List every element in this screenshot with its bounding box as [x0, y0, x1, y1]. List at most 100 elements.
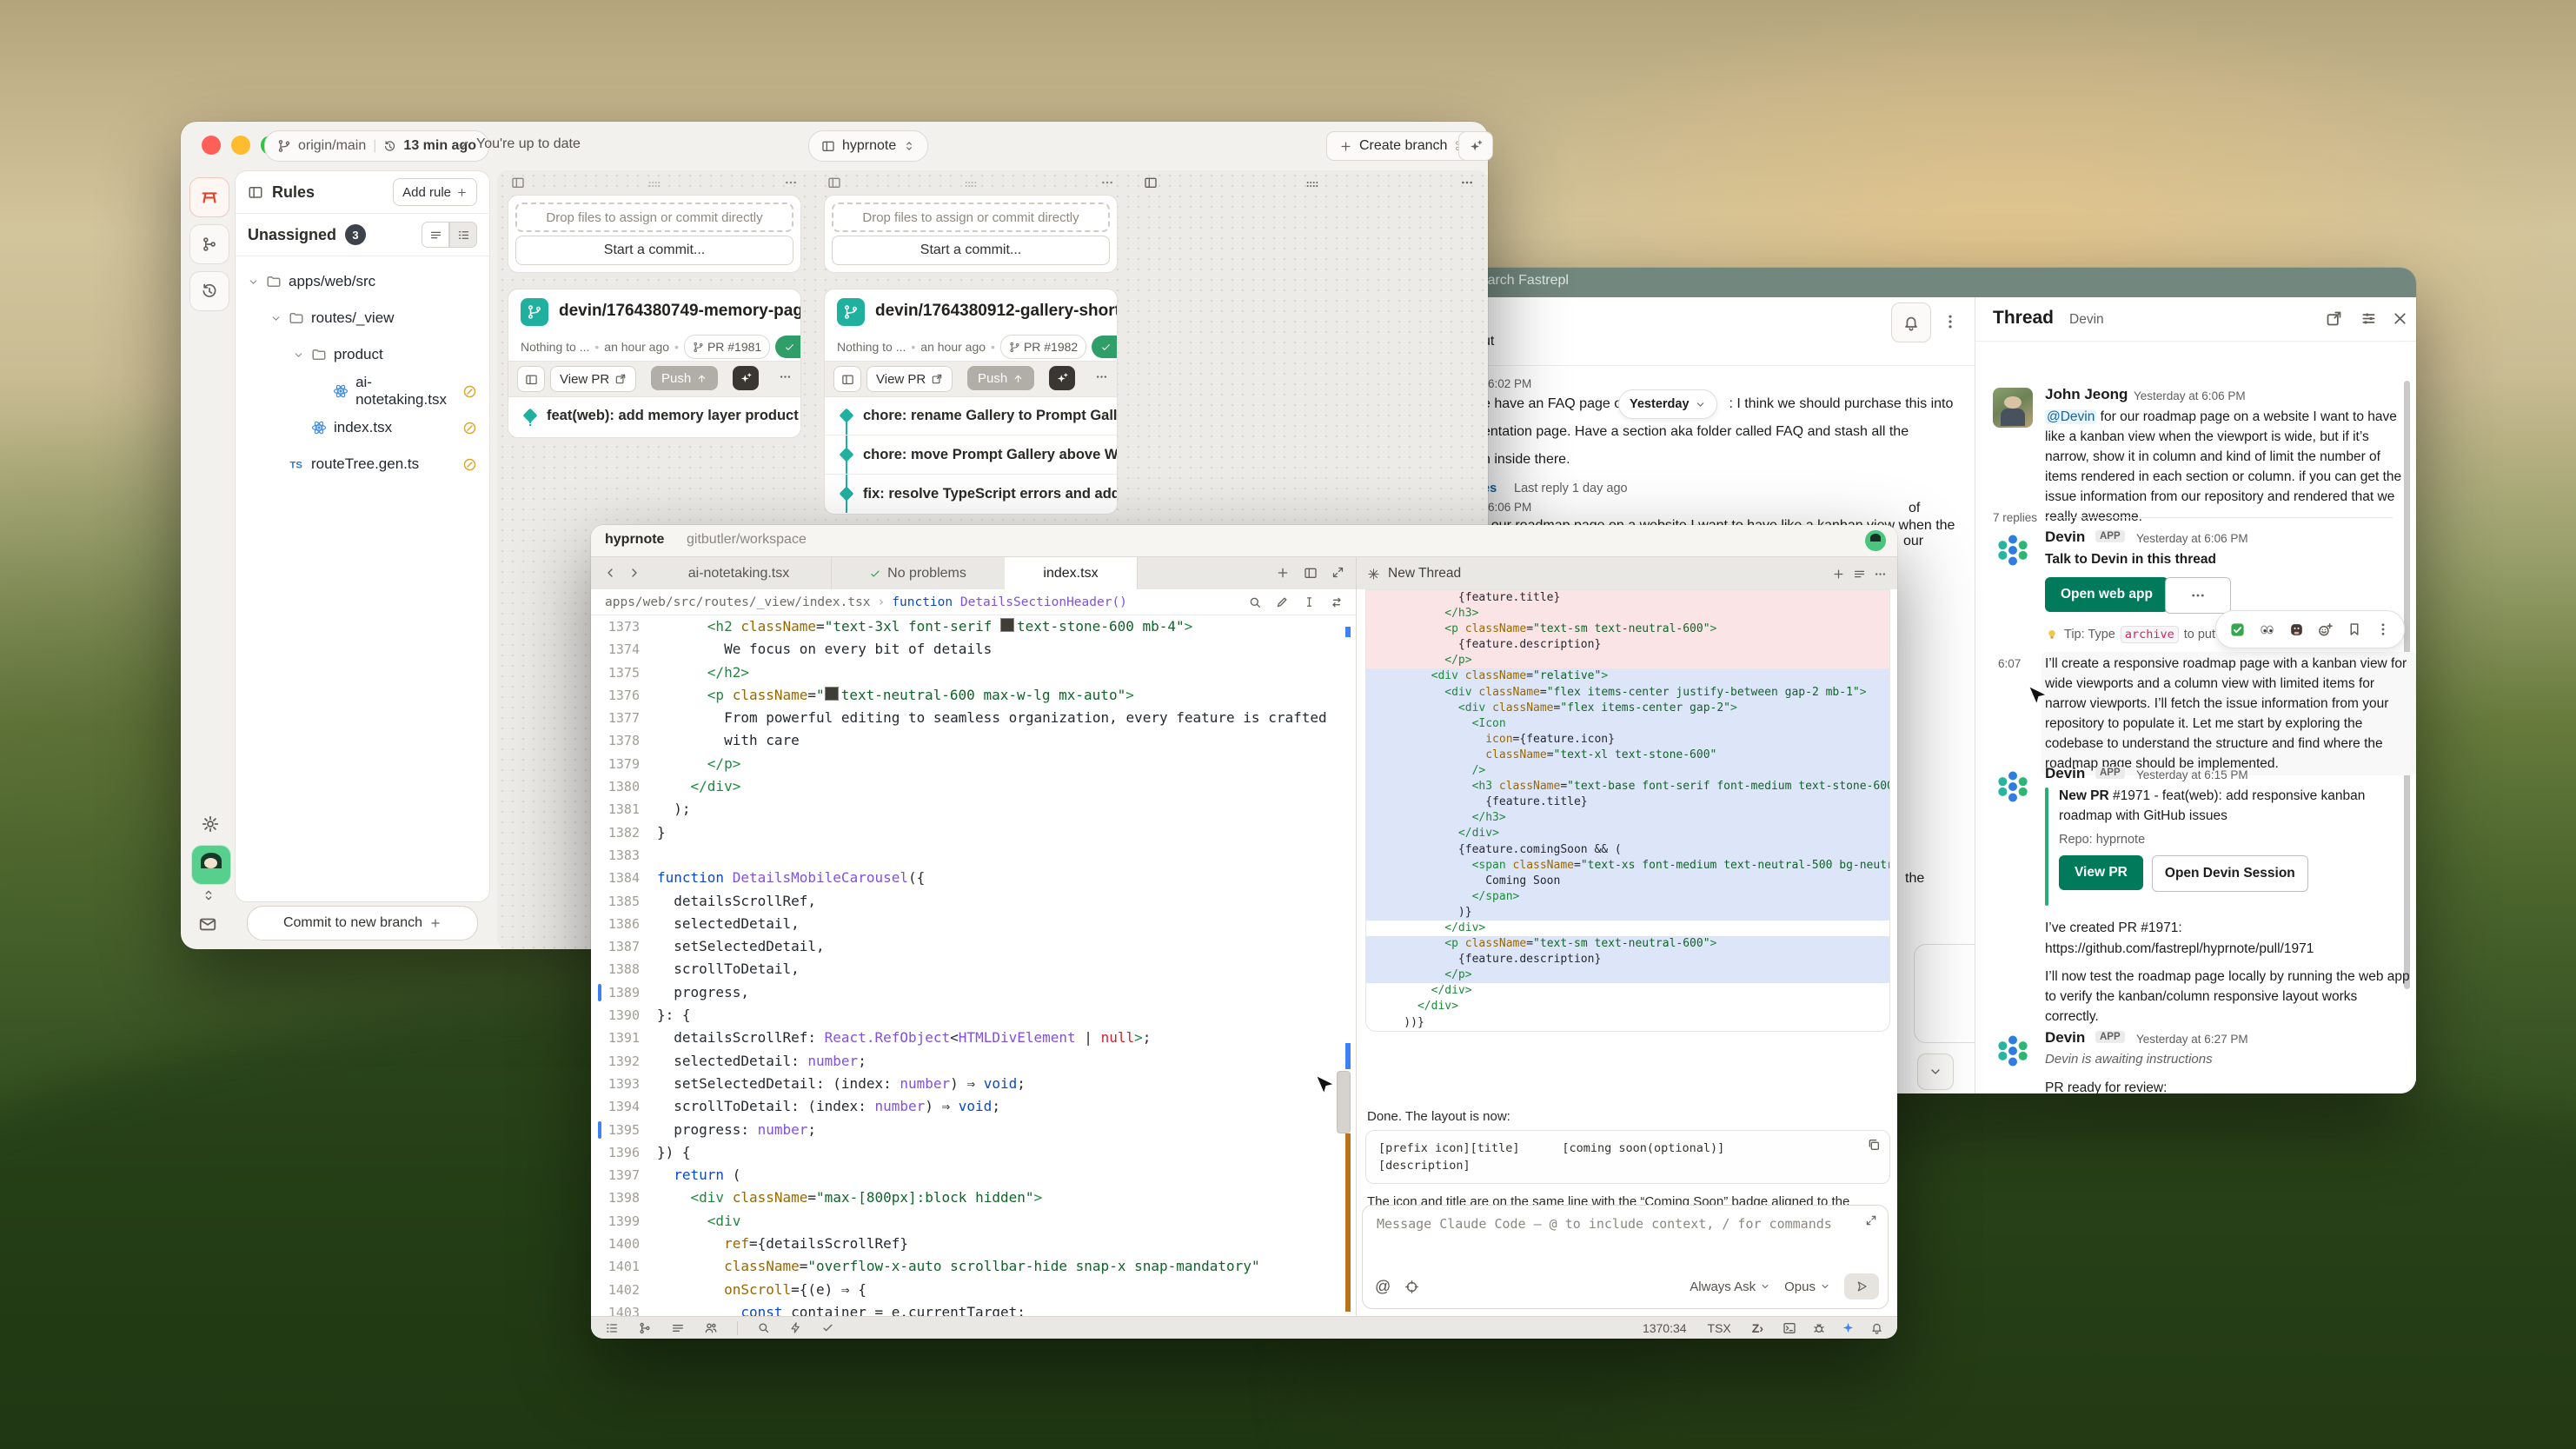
- language-mode[interactable]: TSX: [1708, 1321, 1731, 1335]
- commit-row[interactable]: feat(web): add memory layer product page: [508, 395, 800, 435]
- sender-name[interactable]: Devin: [2045, 1029, 2085, 1047]
- workspace-rail-button[interactable]: [189, 177, 229, 217]
- pr-pill[interactable]: PR #1981: [684, 335, 770, 359]
- project-switcher[interactable]: hyprnote: [808, 130, 928, 162]
- search-status-icon[interactable]: [757, 1321, 770, 1334]
- code-line[interactable]: 1399 <div: [591, 1210, 1356, 1233]
- pr-link[interactable]: https://github.com/fastrepl/hyprnote/pul…: [2045, 939, 2314, 959]
- bookmark-icon[interactable]: [2347, 621, 2362, 637]
- chevron-down-icon[interactable]: [293, 349, 304, 361]
- close-icon[interactable]: [2391, 309, 2409, 328]
- devin-avatar[interactable]: [1993, 767, 2033, 807]
- tasks-icon[interactable]: [671, 1321, 685, 1335]
- zap-icon[interactable]: [789, 1321, 802, 1334]
- push-button[interactable]: Push: [651, 366, 718, 390]
- avatar[interactable]: [1993, 388, 2033, 428]
- chevron-down-icon[interactable]: [270, 313, 282, 324]
- code-line[interactable]: 1376 <p className="text-neutral-600 max-…: [591, 684, 1356, 707]
- code-line[interactable]: 1401 className="overflow-x-auto scrollba…: [591, 1255, 1356, 1278]
- eyes-emoji-reaction[interactable]: [2259, 621, 2275, 638]
- mention[interactable]: @Devin: [2045, 409, 2096, 424]
- open-in-window-icon[interactable]: [2325, 309, 2343, 328]
- maximize-icon[interactable]: [1331, 566, 1344, 579]
- thread-list-icon[interactable]: [1853, 568, 1866, 581]
- view-pr-button[interactable]: View PR: [866, 366, 953, 392]
- devin-avatar[interactable]: [1993, 1031, 2033, 1071]
- permission-mode-selector[interactable]: Always Ask: [1690, 1280, 1770, 1294]
- sender-name[interactable]: John Jeong: [2045, 386, 2128, 403]
- assistant-message-input[interactable]: Message Claude Code — @ to include conte…: [1362, 1205, 1889, 1309]
- debug-icon[interactable]: [1812, 1321, 1826, 1335]
- code-line[interactable]: 1403 const container = e.currentTarget;: [591, 1301, 1356, 1317]
- code-line[interactable]: 1373 <h2 className="text-3xl font-serif …: [591, 615, 1356, 638]
- split-editor-icon[interactable]: [1304, 566, 1318, 580]
- lane-drag-handle[interactable]: [647, 177, 661, 191]
- commit-row[interactable]: chore: rename Gallery to Prompt Gallery …: [825, 395, 1117, 435]
- code-line[interactable]: 1393 setSelectedDetail: (index: number) …: [591, 1073, 1356, 1095]
- notification-bell-icon[interactable]: [1870, 1321, 1883, 1334]
- lane-menu-icon[interactable]: [1460, 176, 1474, 189]
- sliders-icon[interactable]: [2360, 309, 2378, 328]
- new-thread-icon[interactable]: [1832, 568, 1845, 581]
- search-icon[interactable]: [1248, 595, 1262, 609]
- scrollbar-thumb[interactable]: [1337, 1071, 1351, 1133]
- tab-index-tsx[interactable]: index.tsx: [1005, 557, 1138, 590]
- user-avatar-button[interactable]: [191, 845, 231, 885]
- mention-context-icon[interactable]: @: [1375, 1278, 1391, 1296]
- sender-name[interactable]: Devin: [2045, 528, 2085, 546]
- code-line[interactable]: 1384function DetailsMobileCarousel({: [591, 867, 1356, 889]
- ai-sparkle-icon[interactable]: [1842, 1321, 1855, 1334]
- start-commit-button[interactable]: Start a commit...: [832, 236, 1110, 265]
- tab-no-problems[interactable]: No problems: [831, 557, 1006, 590]
- branch-menu-icon[interactable]: [779, 370, 792, 383]
- swap-icon[interactable]: [1330, 595, 1344, 609]
- tree-item-routes-view[interactable]: routes/_view: [236, 300, 489, 336]
- pencil-icon[interactable]: [1276, 595, 1289, 608]
- code-line[interactable]: 1395 progress: number;: [591, 1119, 1356, 1141]
- zed-indicator[interactable]: Z›: [1752, 1321, 1763, 1335]
- view-pr-button[interactable]: View PR: [550, 366, 636, 392]
- lane-drag-handle[interactable]: [1305, 177, 1319, 191]
- code-line[interactable]: 1382}: [591, 821, 1356, 844]
- code-line[interactable]: 1378 with care: [591, 729, 1356, 752]
- code-line[interactable]: 1394 scrollToDetail: (index: number) ⇒ v…: [591, 1095, 1356, 1118]
- assign-button[interactable]: [833, 366, 861, 392]
- editor-titlebar[interactable]: hyprnote gitbutler/workspace: [591, 525, 1897, 556]
- lane-drag-handle[interactable]: [964, 177, 978, 191]
- ai-branch-button[interactable]: [733, 366, 759, 390]
- message-timestamp[interactable]: Yesterday at 6:06 PM: [2134, 389, 2246, 402]
- view-pr-button[interactable]: View PR: [2059, 855, 2143, 890]
- chevron-down-icon[interactable]: [248, 276, 259, 288]
- ai-branch-button[interactable]: [1049, 366, 1075, 390]
- outline-icon[interactable]: [605, 1321, 619, 1335]
- collab-icon[interactable]: [704, 1321, 718, 1335]
- assign-button[interactable]: [517, 366, 545, 392]
- tree-view-toggle[interactable]: [449, 222, 477, 248]
- code-line[interactable]: 1389 progress,: [591, 981, 1356, 1004]
- drop-zone[interactable]: Drop files to assign or commit directly: [515, 203, 793, 232]
- check-emoji-reaction[interactable]: [2229, 621, 2246, 638]
- code-line[interactable]: 1396}) {: [591, 1141, 1356, 1164]
- tree-item-index-tsx[interactable]: index.tsx: [236, 409, 489, 446]
- lane-collapse-icon[interactable]: [511, 176, 525, 189]
- code-line[interactable]: 1397 return (: [591, 1164, 1356, 1186]
- code-line[interactable]: 1400 ref={detailsScrollRef}: [591, 1233, 1356, 1255]
- start-commit-button[interactable]: Start a commit...: [515, 236, 793, 265]
- send-button[interactable]: [1844, 1273, 1879, 1299]
- tree-item-product[interactable]: product: [236, 336, 489, 373]
- commit-row[interactable]: chore: move Prompt Gallery above Workflo…: [825, 435, 1117, 474]
- branch-name[interactable]: devin/1764380912-gallery-shortcuts: [875, 302, 1118, 321]
- more-actions-button[interactable]: [2165, 577, 2231, 614]
- devin-avatar[interactable]: [1993, 530, 2033, 570]
- settings-rail-button[interactable]: [191, 805, 229, 843]
- crosshair-icon[interactable]: [1404, 1280, 1419, 1294]
- panel-menu-icon[interactable]: [1874, 568, 1887, 581]
- tree-item-ai-notetaking-tsx[interactable]: ai-notetaking.tsx: [236, 373, 489, 409]
- code-line[interactable]: 1385 detailsScrollRef,: [591, 890, 1356, 913]
- commit-row[interactable]: fix: resolve TypeScript errors and add r…: [825, 474, 1117, 513]
- mail-icon[interactable]: [198, 914, 217, 934]
- add-reaction-icon[interactable]: [2317, 621, 2334, 638]
- code-line[interactable]: 1391 detailsScrollRef: React.RefObject<H…: [591, 1027, 1356, 1049]
- code-line[interactable]: 1388 scrollToDetail,: [591, 958, 1356, 980]
- kebab-menu-icon[interactable]: [1942, 313, 1959, 330]
